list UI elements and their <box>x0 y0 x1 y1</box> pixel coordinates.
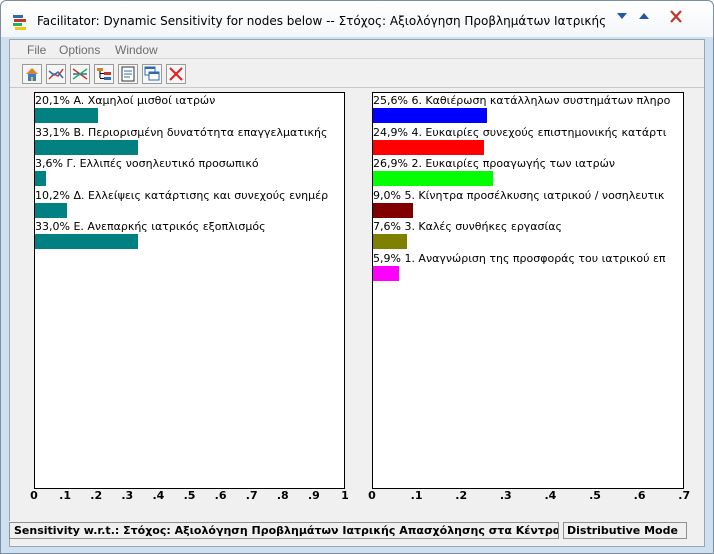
bar-label: 33,1% B. Περιορισμένη δυνατότητα επαγγελ… <box>35 125 328 139</box>
app-window: Facilitator: Dynamic Sensitivity for nod… <box>0 0 714 554</box>
close-window-icon[interactable] <box>665 9 687 25</box>
bar-label: 33,0% Ε. Ανεπαρκής ιατρικός εξοπλισμός <box>35 220 266 233</box>
bar <box>373 139 484 155</box>
bar <box>35 139 138 155</box>
menu-bar: File Options Window <box>10 40 704 59</box>
x-tick-label: .5 <box>589 489 601 502</box>
x-tick-label: .9 <box>307 489 320 502</box>
windows-icon <box>144 66 160 81</box>
x-tick-label: 0 <box>30 489 38 502</box>
window-title: Facilitator: Dynamic Sensitivity for nod… <box>37 14 607 28</box>
bar-label: 25,6% 6. Καθιέρωση κατάλληλων συστημάτων… <box>373 94 671 107</box>
gradient-icon <box>72 68 88 80</box>
line-sensitivity-button[interactable] <box>46 64 66 84</box>
minimize-arrow-icon[interactable] <box>611 9 633 25</box>
gradient-button[interactable] <box>70 64 90 84</box>
restore-arrow-icon[interactable] <box>633 9 655 25</box>
home-button[interactable] <box>22 64 42 84</box>
x-tick-label: 0 <box>368 489 376 502</box>
x-tick-label: .4 <box>544 489 557 502</box>
bar-label: 20,1% A. Χαμηλοί μισθοί ιατρών <box>35 94 216 107</box>
x-tick-label: .4 <box>152 489 165 502</box>
app-icon <box>13 15 26 30</box>
bar <box>35 171 46 186</box>
bar <box>373 234 407 249</box>
x-tick-label: .1 <box>59 489 72 502</box>
bar <box>373 202 413 218</box>
bar <box>35 234 138 249</box>
menu-file[interactable]: File <box>27 43 46 57</box>
x-tick-label: .8 <box>276 489 289 502</box>
report-button[interactable] <box>118 64 138 84</box>
status-sensitivity-text: Sensitivity w.r.t.: Στόχος: Αξιολόγηση Π… <box>9 522 559 539</box>
bar <box>35 108 98 123</box>
bar-label: 10,2% Δ. Ελλείψεις κατάρτισης και συνεχο… <box>35 188 329 202</box>
criteria-sensitivity-chart: 20,1% A. Χαμηλοί μισθοί ιατρών 33,1% B. Π… <box>34 92 345 489</box>
toolbar <box>10 60 704 88</box>
report-icon <box>121 66 135 82</box>
x-tick-label: .2 <box>90 489 103 502</box>
bar-label: 7,6% 3. Καλές συνθήκες εργασίας <box>373 220 562 233</box>
status-mode-text: Distributive Mode <box>563 522 687 539</box>
x-tick-label: .2 <box>455 489 468 502</box>
bar <box>373 171 493 186</box>
home-icon <box>26 68 38 81</box>
bar-label: 3,6% Γ. Ελλιπές νοσηλευτικό προσωπικό <box>35 157 259 170</box>
x-tick-label: .3 <box>499 489 512 502</box>
status-bar: Sensitivity w.r.t.: Στόχος: Αξιολόγηση Π… <box>9 521 689 539</box>
x-tick-label: .6 <box>214 489 227 502</box>
tree-icon <box>97 68 111 80</box>
close-button[interactable] <box>166 64 186 84</box>
bar-label: 26,9% 2. Ευκαιρίες προαγωγής των ιατρών <box>373 157 615 170</box>
x-tick-label: .5 <box>183 489 196 502</box>
bar <box>35 202 67 218</box>
bar <box>373 108 487 123</box>
bar <box>373 265 399 281</box>
client-area: File Options Window 20,1% A. Χαμηλοί μισ… <box>9 39 705 547</box>
x-tick-label: .3 <box>121 489 134 502</box>
line-sensitivity-icon <box>48 68 64 80</box>
x-tick-label: .1 <box>410 489 423 502</box>
bar-label: 24,9% 4. Ευκαιρίες συνεχούς επιστημονική… <box>373 125 667 139</box>
alternatives-sensitivity-chart: 25,6% 6. Καθιέρωση κατάλληλων συστημάτων… <box>372 92 684 489</box>
menu-options[interactable]: Options <box>59 43 100 57</box>
x-tick-label: .6 <box>633 489 646 502</box>
tree-button[interactable] <box>94 64 114 84</box>
x-tick-label: 1 <box>341 489 349 502</box>
bar-label: 9,0% 5. Κίνητρα προσέλκυσης ιατρικού / ν… <box>373 188 665 202</box>
windows-button[interactable] <box>142 64 162 84</box>
close-icon <box>169 67 183 81</box>
x-tick-label: .7 <box>678 489 691 502</box>
bar-label: 5,9% 1. Αναγνώριση της προσφοράς του ιατ… <box>373 251 666 265</box>
x-tick-label: .7 <box>245 489 258 502</box>
title-bar[interactable]: Facilitator: Dynamic Sensitivity for nod… <box>1 1 713 37</box>
menu-window[interactable]: Window <box>115 43 158 57</box>
